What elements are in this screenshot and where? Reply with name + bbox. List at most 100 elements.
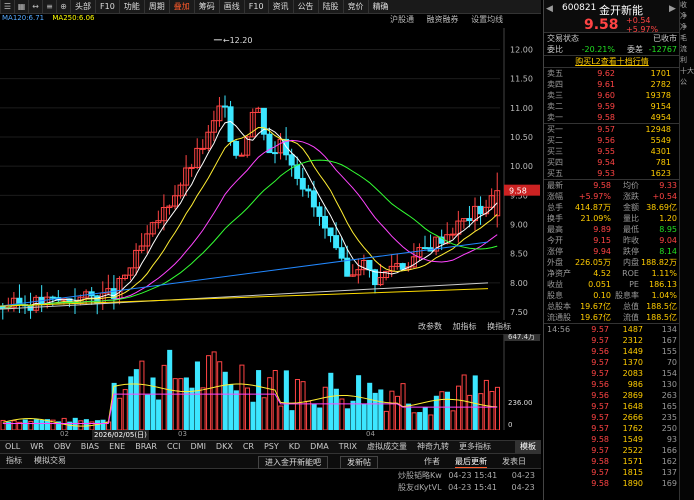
indicator-tab[interactable]: 虚拟成交量 bbox=[362, 441, 412, 453]
bottom-tab-indicator[interactable]: 指标 bbox=[0, 454, 28, 468]
indicator-tab[interactable]: TRIX bbox=[334, 441, 362, 453]
candle-body bbox=[338, 247, 345, 259]
grid-icon[interactable]: ▦ bbox=[14, 0, 28, 13]
bottom-tab-sim-trade[interactable]: 模拟交易 bbox=[28, 454, 72, 468]
edit-params-button[interactable]: 改参数 bbox=[416, 322, 444, 331]
indicator-tab[interactable]: ENE bbox=[104, 441, 130, 453]
tick-volume: 986 bbox=[627, 380, 643, 389]
next-icon[interactable]: ▶ bbox=[669, 4, 676, 14]
stat-label: 最低 bbox=[623, 225, 639, 234]
stat-value: 186.13 bbox=[649, 280, 677, 289]
stat-value: 8.95 bbox=[659, 225, 677, 234]
indicator-tab[interactable]: KD bbox=[284, 441, 305, 453]
toolbar-item[interactable]: 陆股 bbox=[317, 0, 343, 13]
tick-time: 14:56 bbox=[547, 325, 571, 334]
zoom-icon[interactable]: ⊕ bbox=[56, 0, 70, 13]
indicator-tab[interactable]: 更多指标 bbox=[454, 441, 496, 453]
stat-row: 股息 0.10 股息率 1.04% bbox=[544, 290, 680, 301]
tick-count: 165 bbox=[661, 402, 677, 411]
toolbar-item[interactable]: 周期 bbox=[143, 0, 169, 13]
template-button[interactable]: 模板 bbox=[515, 441, 541, 453]
news-date: 04-23 15:41 bbox=[448, 471, 498, 480]
switch-indicator-button[interactable]: 换指标 bbox=[485, 322, 513, 331]
indicator-tab[interactable]: PSY bbox=[259, 441, 284, 453]
toolbar-item[interactable]: 公告 bbox=[292, 0, 318, 13]
toolbar-item[interactable]: 筹码 bbox=[193, 0, 219, 13]
order-volume: 5549 bbox=[650, 136, 671, 145]
tick-price: 9.57 bbox=[591, 413, 609, 422]
toolbar-item[interactable]: 功能 bbox=[118, 0, 144, 13]
stat-row: 最高 9.89 最低 8.95 bbox=[544, 224, 680, 235]
tick-row: 9.56 1449 155 bbox=[544, 346, 680, 357]
hsgt-link[interactable]: 沪股通 bbox=[390, 15, 414, 24]
indicator-tab[interactable]: DKX bbox=[211, 441, 238, 453]
ma-settings-link[interactable]: 设置均线 bbox=[471, 15, 503, 24]
order-volume: 4954 bbox=[650, 113, 671, 122]
tick-time bbox=[547, 456, 577, 467]
stock-code: 600821 bbox=[562, 3, 597, 13]
stats-table: 最新 9.58 均价 9.33 涨幅 +5.97% 涨跌 +0.54 总手 414.87万 金额 38… bbox=[544, 179, 680, 323]
indicator-tab[interactable]: BRAR bbox=[130, 441, 162, 453]
ratio-label: 委比 bbox=[547, 45, 563, 54]
prev-icon[interactable]: ◀ bbox=[546, 4, 553, 14]
tick-volume: 1571 bbox=[622, 457, 643, 466]
toolbar-item[interactable]: 资讯 bbox=[267, 0, 293, 13]
toolbar-item-active[interactable]: 叠加 bbox=[168, 0, 194, 13]
volume-chart[interactable]: 647.4万 236.00 0 bbox=[0, 334, 541, 430]
last-update-tab[interactable]: 最后更新 bbox=[455, 456, 487, 468]
menu-icon[interactable]: ☰ bbox=[0, 0, 14, 13]
indicator-tab[interactable]: WR bbox=[25, 441, 48, 453]
tick-price: 9.56 bbox=[591, 380, 609, 389]
order-volume: 1701 bbox=[650, 69, 671, 78]
candle-body bbox=[305, 188, 312, 192]
tick-count: 134 bbox=[661, 325, 677, 334]
order-label: 买四 bbox=[547, 158, 563, 167]
candlestick-chart[interactable]: 12.0011.5011.0010.5010.009.509.008.508.0… bbox=[0, 28, 541, 320]
stat-label: 总手 bbox=[547, 203, 563, 212]
toolbar-item[interactable]: 头部 bbox=[70, 0, 95, 13]
indicator-tab[interactable]: CCI bbox=[162, 441, 186, 453]
edge-label: 净 bbox=[680, 12, 687, 20]
news-date: 04-23 15:41 bbox=[448, 483, 497, 492]
indicator-tab[interactable]: OLL bbox=[0, 441, 25, 453]
toolbar-item[interactable]: 画线 bbox=[218, 0, 244, 13]
candle-body bbox=[199, 147, 206, 150]
enter-forum-button[interactable]: 进入金开新能吧 bbox=[258, 456, 328, 469]
edge-label bbox=[680, 88, 694, 99]
news-row[interactable]: 股友dKytVL 04-23 15:41 04-23 bbox=[398, 482, 535, 493]
candle-body bbox=[310, 190, 317, 208]
indicator-tab[interactable]: DMA bbox=[305, 441, 334, 453]
news-date2: 04-23 bbox=[511, 471, 535, 480]
l2-banner[interactable]: 购买L2查看十档行情 bbox=[544, 55, 680, 67]
stat-row: 收益 0.051 PE 186.13 bbox=[544, 279, 680, 290]
indicator-tab[interactable]: 神奇九转 bbox=[412, 441, 454, 453]
order-price: 9.56 bbox=[597, 136, 615, 145]
tick-count: 70 bbox=[666, 358, 677, 367]
toolbar-item[interactable]: F10 bbox=[243, 0, 268, 13]
order-price: 9.60 bbox=[597, 91, 615, 100]
toolbar-item[interactable]: 竞价 bbox=[342, 0, 368, 13]
add-indicator-button[interactable]: 加指标 bbox=[451, 322, 479, 331]
toolbar-item[interactable]: 精确 bbox=[367, 0, 393, 13]
candle-body bbox=[49, 296, 56, 299]
indicator-tab[interactable]: OBV bbox=[49, 441, 76, 453]
list-icon[interactable]: ≡ bbox=[42, 0, 56, 13]
news-row[interactable]: 炒股韬略Kw 04-23 15:41 04-23 bbox=[398, 470, 535, 481]
new-post-button[interactable]: 发新帖 bbox=[340, 456, 378, 469]
order-label: 买五 bbox=[547, 169, 563, 178]
stat-label: 流值 bbox=[623, 313, 639, 322]
date-axis: 02 2026/02/05(日) 03 04 bbox=[0, 430, 500, 440]
indicator-tab[interactable]: BIAS bbox=[76, 441, 104, 453]
tick-time bbox=[547, 423, 577, 434]
indicator-tab[interactable]: DMI bbox=[186, 441, 211, 453]
margin-link[interactable]: 融资融券 bbox=[427, 15, 459, 24]
toolbar-item[interactable]: F10 bbox=[95, 0, 119, 13]
arrow-icon[interactable]: ↔ bbox=[28, 0, 42, 13]
stat-value: 19.67亿 bbox=[580, 302, 611, 311]
volume-bar bbox=[156, 399, 162, 430]
tick-count: 93 bbox=[666, 435, 677, 444]
stat-row: 最新 9.58 均价 9.33 bbox=[544, 180, 680, 191]
l2-banner-text[interactable]: 购买L2查看十档行情 bbox=[575, 56, 649, 67]
stat-value: 9.58 bbox=[593, 181, 611, 190]
indicator-tab[interactable]: CR bbox=[238, 441, 259, 453]
